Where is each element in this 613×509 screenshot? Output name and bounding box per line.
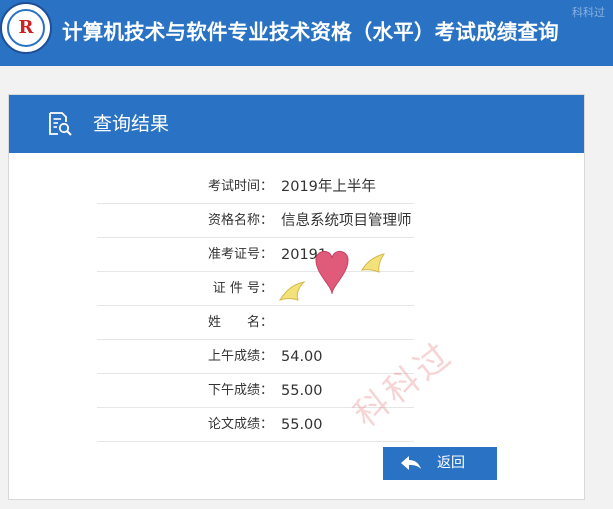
row-label: 姓 名：	[207, 315, 273, 330]
row-label: 下午成绩：	[207, 383, 273, 398]
page-title: 计算机技术与软件专业技术资格（水平）考试成绩查询	[62, 20, 559, 44]
row-label: 论文成绩：	[207, 417, 273, 432]
row-morning-score: 上午成绩： 54.00	[97, 340, 414, 374]
row-label: 考试时间：	[207, 179, 273, 194]
row-exam-time: 考试时间： 2019年上半年	[97, 170, 414, 204]
heart-sticker	[278, 251, 386, 301]
row-name: 姓 名：	[97, 306, 414, 340]
row-value: 2019年上半年	[281, 179, 376, 195]
row-value: 55.00	[281, 383, 323, 399]
panel-title: 查询结果	[93, 113, 170, 135]
row-label: 资格名称：	[207, 213, 273, 228]
back-arrow-icon	[401, 456, 421, 470]
row-value: 55.00	[281, 417, 323, 433]
panel-header: 查询结果	[9, 95, 584, 153]
logo: R	[0, 2, 52, 54]
corner-watermark: 科科过	[572, 6, 605, 19]
search-doc-icon	[49, 112, 72, 136]
row-label: 准考证号：	[207, 247, 273, 262]
back-button-label: 返回	[437, 455, 465, 471]
back-button[interactable]: 返回	[383, 447, 497, 480]
row-value: 信息系统项目管理师	[281, 213, 412, 229]
row-label: 证 件 号：	[212, 281, 273, 296]
row-qualification: 资格名称： 信息系统项目管理师	[97, 204, 414, 238]
row-value: 54.00	[281, 349, 323, 365]
top-banner: R 计算机技术与软件专业技术资格（水平）考试成绩查询 科科过	[0, 0, 613, 66]
row-label: 上午成绩：	[207, 349, 273, 364]
